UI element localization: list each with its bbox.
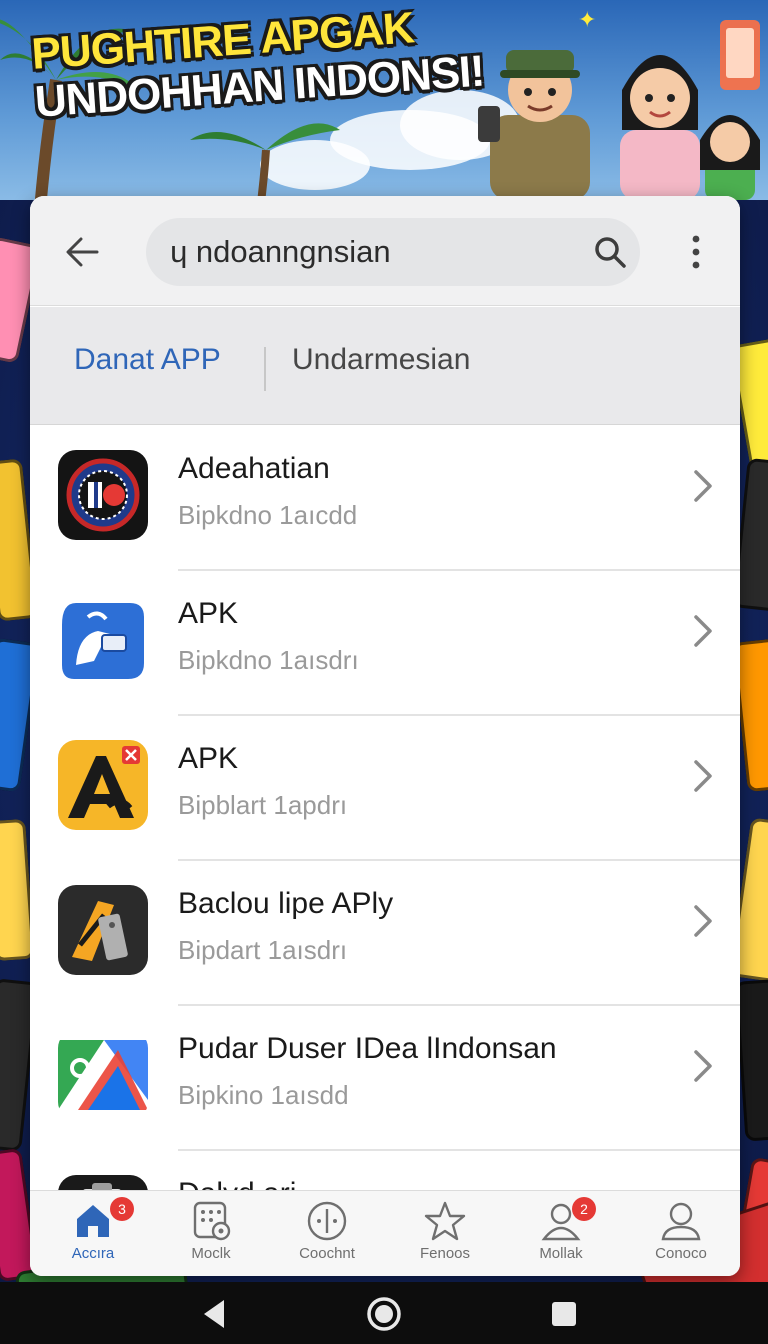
app-subtitle: Bipkdno 1aısdrı xyxy=(178,645,359,675)
circle-dots-icon xyxy=(307,1201,347,1241)
search-icon[interactable] xyxy=(592,234,628,270)
recents-square-icon[interactable] xyxy=(544,1294,584,1334)
shapes-app-icon xyxy=(58,1030,148,1120)
app-subtitle: Bipkdno 1aıcdd xyxy=(178,500,358,530)
system-navigation-bar xyxy=(0,1282,768,1344)
person-outline-icon xyxy=(661,1202,701,1241)
app-title: Adeahatian xyxy=(178,452,330,485)
palm-tree-right xyxy=(190,123,340,210)
nav-moclk[interactable]: Moclk xyxy=(152,1199,270,1271)
search-field[interactable]: ɥ ndoanngnsian xyxy=(146,218,640,286)
app-title: APK xyxy=(178,597,239,630)
list-item[interactable]: Adeahatian Bipkdno 1aıcdd xyxy=(30,426,740,571)
nav-coochnt[interactable]: Coochnt xyxy=(268,1199,386,1271)
app-title: APK xyxy=(178,742,239,775)
app-subtitle: Bipkino 1aısdd xyxy=(178,1080,349,1110)
nav-label: Mollak xyxy=(539,1245,583,1262)
nav-fenoos[interactable]: Fenoos xyxy=(386,1199,504,1271)
chevron-right-icon xyxy=(694,760,712,792)
nav-label: Moclk xyxy=(191,1245,231,1262)
chevron-right-icon xyxy=(694,615,712,647)
letter-a-app-icon xyxy=(58,740,148,830)
app-subtitle: Bipdart 1aısdrı xyxy=(178,935,348,965)
hand-card-app-icon xyxy=(58,595,148,685)
nav-conoco[interactable]: Conoco xyxy=(622,1199,740,1271)
list-item[interactable]: APK Bipblart 1apdrı xyxy=(30,716,740,861)
star-icon xyxy=(424,1201,466,1241)
more-vert-icon[interactable] xyxy=(684,232,708,272)
app-title: Baclou lipe APly xyxy=(178,887,394,920)
tool-app-icon xyxy=(58,885,148,975)
list-item[interactable]: Baclou lipe APly Bipdart 1aısdrı xyxy=(30,861,740,1006)
notification-badge: 2 xyxy=(572,1197,596,1221)
top-app-bar: ɥ ndoanngnsian xyxy=(30,196,740,306)
characters-illustration xyxy=(478,20,760,200)
tab-bar: Danat APP Undarmesian xyxy=(30,307,740,425)
nav-label: Coochnt xyxy=(299,1245,355,1262)
home-circle-icon[interactable] xyxy=(364,1294,404,1334)
search-input[interactable]: ɥ ndoanngnsian xyxy=(170,234,391,270)
app-title: Pudar Duser IDea lIndonsan xyxy=(178,1032,557,1065)
tab-danat-app[interactable]: Danat APP xyxy=(74,343,221,377)
chevron-right-icon xyxy=(694,1050,712,1082)
sparkle-icon: ✦ xyxy=(578,8,597,33)
nav-mollak[interactable]: 2 Mollak xyxy=(502,1197,620,1271)
back-button[interactable] xyxy=(58,230,106,274)
chevron-right-icon xyxy=(694,905,712,937)
arrow-left-icon xyxy=(66,237,99,267)
nav-label: Fenoos xyxy=(419,1245,471,1262)
chevron-right-icon xyxy=(694,470,712,502)
list-item[interactable]: Pudar Duser IDea lIndonsan Bipkino 1aısd… xyxy=(30,1006,740,1151)
circle-emblem-app-icon xyxy=(58,450,148,540)
tab-undarmesian[interactable]: Undarmesian xyxy=(292,343,470,377)
app-subtitle: Bipblart 1apdrı xyxy=(178,790,348,820)
tab-divider xyxy=(264,347,266,391)
home-icon xyxy=(77,1205,109,1237)
list-item[interactable]: APK Bipkdno 1aısdrı xyxy=(30,571,740,716)
bottom-navigation: 3 Accıra Moclk Coochnt Fenoos 2 Mollak C… xyxy=(30,1190,740,1276)
back-triangle-icon[interactable] xyxy=(196,1294,236,1334)
app-store-panel: ɥ ndoanngnsian Danat APP Undarmesian Ade… xyxy=(30,196,740,1276)
nav-label: Accıra xyxy=(71,1245,115,1262)
grid-gear-icon xyxy=(193,1201,231,1241)
nav-label: Conoco xyxy=(655,1245,707,1262)
nav-home[interactable]: 3 Accıra xyxy=(34,1197,152,1271)
notification-badge: 3 xyxy=(110,1197,134,1221)
